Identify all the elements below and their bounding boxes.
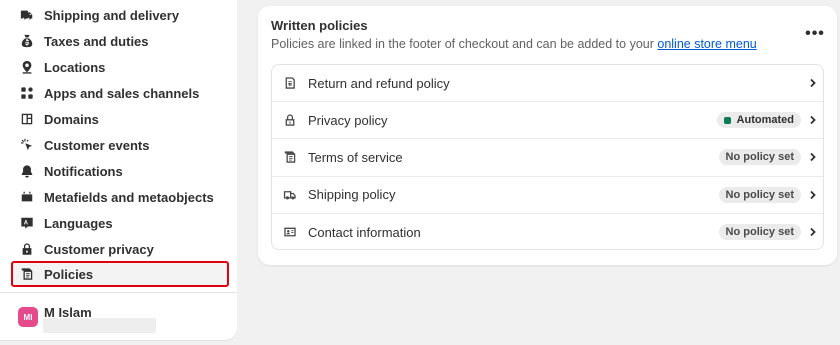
chevron-right-icon [807, 151, 819, 163]
cursor-click-icon [19, 137, 35, 153]
sidebar-item-label: Locations [44, 59, 106, 75]
sidebar-item-label: Customer events [44, 137, 150, 153]
sidebar-item-apps-and-sales-channels[interactable]: Apps and sales channels [12, 81, 228, 105]
apps-grid-icon [19, 85, 35, 101]
more-actions-button[interactable]: ••• [803, 24, 827, 44]
sidebar-item-label: Apps and sales channels [44, 85, 200, 101]
sidebar-item-label: Domains [44, 111, 99, 127]
sidebar-item-languages[interactable]: Languages [12, 211, 228, 235]
policy-label: Contact information [308, 224, 421, 240]
policy-label: Shipping policy [308, 187, 396, 203]
document-icon [282, 149, 298, 165]
sidebar-item-label: Languages [44, 215, 113, 231]
sidebar-divider [0, 292, 237, 293]
card-description-text: Policies are linked in the footer of che… [271, 37, 654, 51]
chevron-right-icon [807, 77, 819, 89]
sidebar-item-label: Metafields and metaobjects [44, 189, 214, 205]
card-title: Written policies [271, 18, 368, 33]
policy-row-return-and-refund[interactable]: Return and refund policy [272, 65, 823, 103]
status-badge-automated: Automated [716, 112, 801, 129]
policy-row-contact-information[interactable]: Contact information No policy set [272, 214, 823, 249]
policy-label: Return and refund policy [308, 75, 450, 91]
sidebar-item-label: Customer privacy [44, 241, 154, 257]
policy-document-icon [19, 266, 35, 282]
sidebar-item-notifications[interactable]: Notifications [12, 159, 228, 183]
policy-row-privacy[interactable]: Privacy policy Automated [272, 102, 823, 140]
truck-icon [19, 7, 35, 23]
settings-sidebar: Shipping and delivery Taxes and duties L… [0, 0, 237, 340]
policy-list: Return and refund policy Privacy policy … [271, 64, 824, 250]
sidebar-item-shipping-and-delivery[interactable]: Shipping and delivery [12, 3, 228, 27]
policy-row-terms-of-service[interactable]: Terms of service No policy set [272, 139, 823, 177]
location-pin-icon [19, 59, 35, 75]
globe-icon [19, 111, 35, 127]
status-badge-text: Automated [736, 114, 794, 127]
tax-bag-icon [19, 33, 35, 49]
contact-card-icon [282, 224, 298, 240]
policy-label: Terms of service [308, 149, 403, 165]
policy-row-shipping[interactable]: Shipping policy No policy set [272, 177, 823, 214]
avatar: MI [18, 307, 38, 327]
online-store-menu-link[interactable]: online store menu [657, 37, 756, 51]
refund-icon [282, 75, 298, 91]
sidebar-item-customer-privacy[interactable]: Customer privacy [12, 237, 228, 261]
status-badge: No policy set [718, 149, 801, 166]
chevron-right-icon [807, 189, 819, 201]
sidebar-item-customer-events[interactable]: Customer events [12, 133, 228, 157]
user-account[interactable]: MI M Islam [18, 305, 156, 333]
status-badge: No policy set [718, 186, 801, 203]
sidebar-item-taxes-and-duties[interactable]: Taxes and duties [12, 29, 228, 53]
lock-icon [282, 112, 298, 128]
status-dot [723, 116, 731, 124]
language-icon [19, 215, 35, 231]
sidebar-item-policies[interactable]: Policies [11, 261, 229, 287]
chevron-right-icon [807, 226, 819, 238]
user-email-redacted [43, 318, 156, 333]
sidebar-item-label: Notifications [44, 163, 123, 179]
card-description: Policies are linked in the footer of che… [271, 37, 757, 51]
bell-icon [19, 163, 35, 179]
status-badge: No policy set [718, 224, 801, 241]
sidebar-item-metafields-and-metaobjects[interactable]: Metafields and metaobjects [12, 185, 228, 209]
sidebar-item-label: Taxes and duties [44, 33, 149, 49]
sidebar-item-domains[interactable]: Domains [12, 107, 228, 131]
chevron-right-icon [807, 114, 819, 126]
sidebar-item-label: Shipping and delivery [44, 7, 180, 23]
written-policies-card: Written policies Policies are linked in … [258, 6, 837, 265]
truck-icon [282, 187, 298, 203]
metafields-icon [19, 189, 35, 205]
policy-label: Privacy policy [308, 112, 388, 128]
sidebar-item-label: Policies [44, 266, 94, 282]
sidebar-item-locations[interactable]: Locations [12, 55, 228, 79]
lock-icon [19, 241, 35, 257]
